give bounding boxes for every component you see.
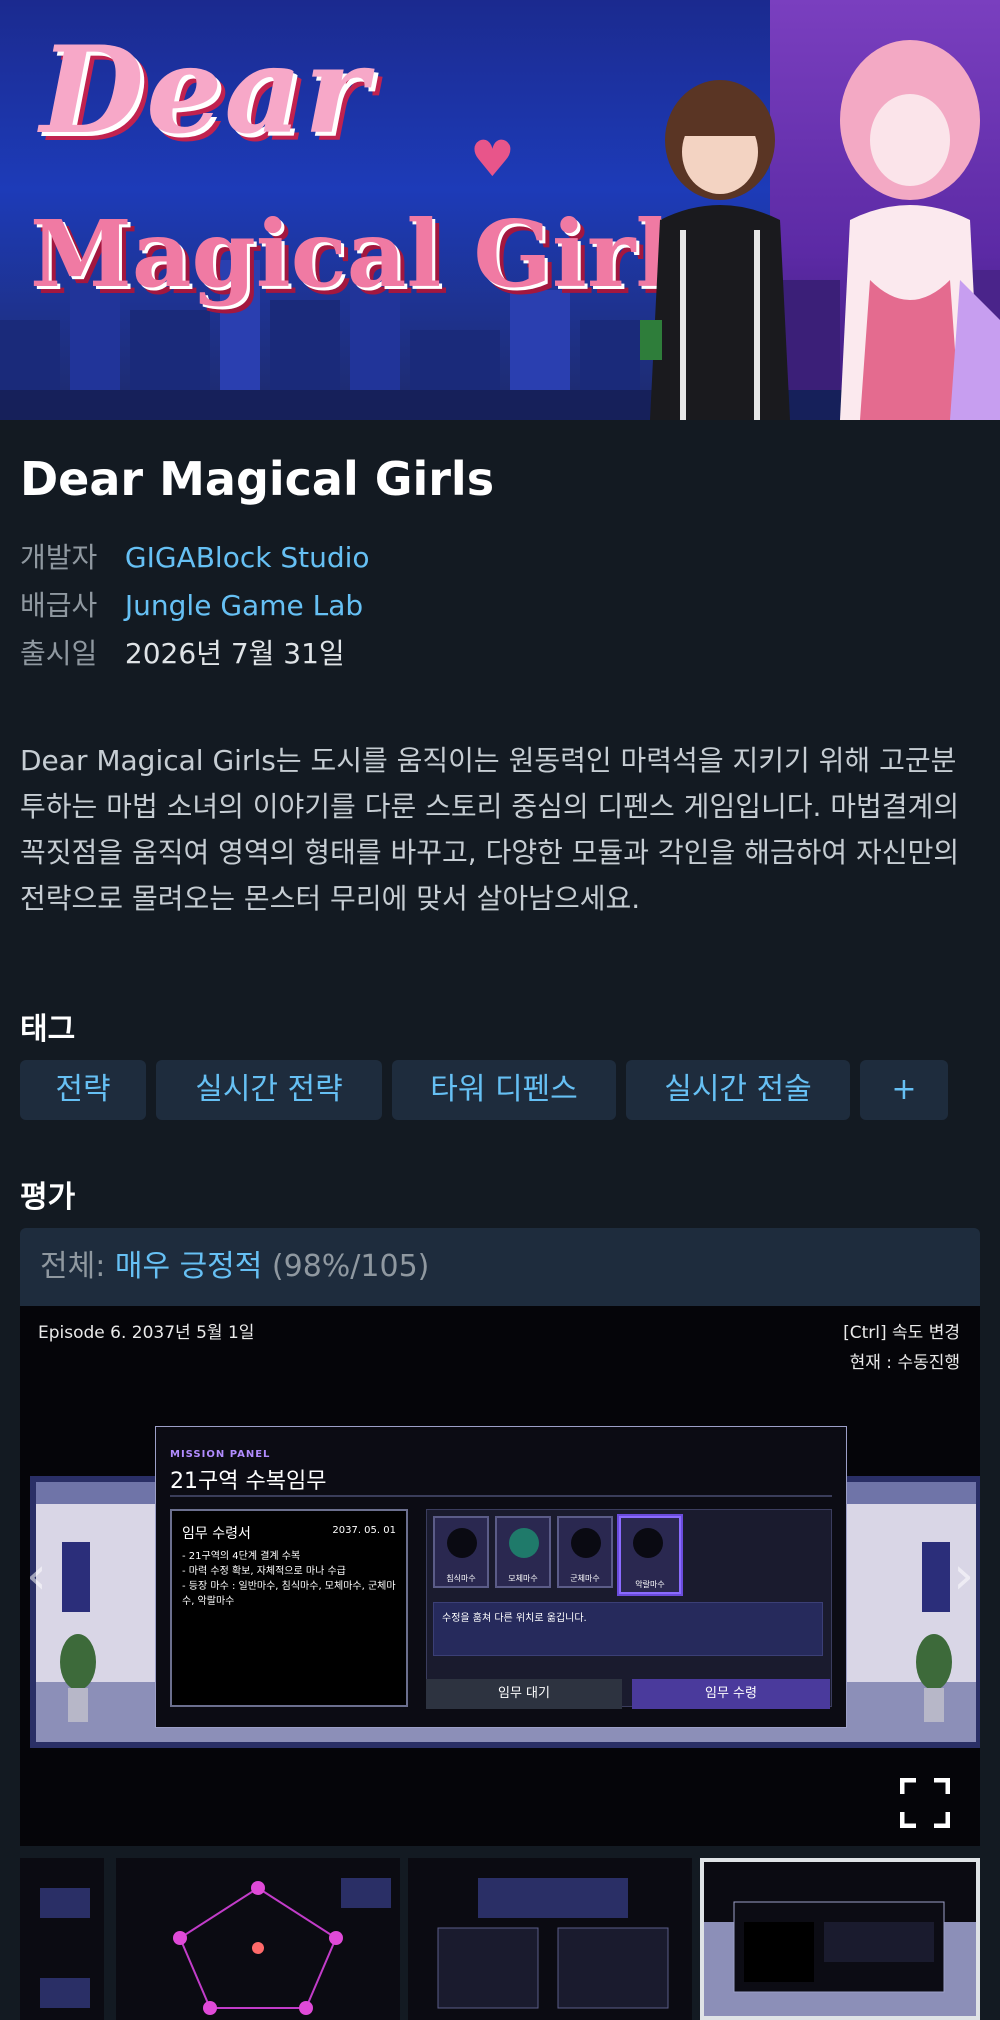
- monster-card: 군체마수: [557, 1516, 613, 1588]
- order-date: 2037. 05. 01: [332, 1525, 396, 1536]
- heart-icon: ♥: [470, 130, 515, 188]
- monster-icon: [571, 1528, 601, 1558]
- overall-rating: 매우 긍정적: [114, 1249, 263, 1284]
- game-description: Dear Magical Girls는 도시를 움직이는 원동력인 마력석을 지…: [20, 744, 960, 915]
- fullscreen-icon[interactable]: [900, 1778, 950, 1828]
- overall-label: 전체:: [40, 1249, 115, 1284]
- monster-card-selected: 악랄마수: [619, 1516, 681, 1594]
- monster-card: 침식마수: [433, 1516, 489, 1588]
- header-banner: Dear ♥ Magical Girls: [0, 0, 1000, 420]
- character-pink-haired-girl-image: [840, 40, 1000, 420]
- mission-order-card: 임무 수령서 2037. 05. 01 - 21구역의 4단계 결계 수복 - …: [170, 1509, 408, 1707]
- next-screenshot-arrow-icon[interactable]: ›: [953, 1546, 974, 1606]
- thumbnail-4-image: [704, 1901, 976, 2016]
- order-line: - 마력 수정 확보, 자체적으로 마나 수급: [182, 1566, 346, 1577]
- logo-magical-girls-text: Magical Girls: [30, 200, 723, 308]
- screenshot-thumbnails: [20, 1858, 1000, 2020]
- monster-description: 수정을 훔쳐 다른 위치로 옮깁니다.: [433, 1602, 823, 1656]
- panel-divider: [170, 1495, 832, 1497]
- main-screenshot[interactable]: Episode 6. 2037년 5월 1일 [Ctrl] 속도 변경 현재 :…: [20, 1306, 980, 1846]
- thumbnail-1-image: [40, 1888, 90, 2008]
- plant-right-image: [916, 1634, 952, 1722]
- publisher-link[interactable]: Jungle Game Lab: [125, 589, 363, 622]
- thumbnail-3[interactable]: [408, 1858, 692, 2020]
- thumbnail-1[interactable]: [20, 1858, 104, 2020]
- publisher-label: 배급사: [20, 589, 98, 622]
- mission-accept-button: 임무 수령: [632, 1679, 830, 1709]
- logo-dear-text: Dear: [40, 20, 370, 161]
- tag-real-time-tactics[interactable]: 실시간 전술: [626, 1060, 850, 1120]
- tags-heading: 태그: [20, 1012, 76, 1047]
- monster-list: 침식마수 모체마수 군체마수 악랄마수: [433, 1516, 681, 1594]
- tag-tower-defense[interactable]: 타워 디펜스: [392, 1060, 616, 1120]
- thumbnail-4-selected[interactable]: [700, 1858, 980, 2020]
- developer-row: 개발자 GIGABlock Studio: [20, 536, 370, 576]
- thumbnail-2-image: [173, 1878, 391, 2015]
- monster-label: 모체마수: [508, 1574, 538, 1583]
- ctrl-hint-text: [Ctrl] 속도 변경: [843, 1323, 960, 1343]
- game-title: Dear Magical Girls: [20, 452, 495, 506]
- release-date: 2026년 7월 31일: [124, 637, 345, 670]
- mission-panel-label: MISSION PANEL: [170, 1449, 271, 1460]
- tag-real-time-strategy[interactable]: 실시간 전략: [156, 1060, 382, 1120]
- monster-label: 악랄마수: [635, 1580, 665, 1589]
- monster-card: 모체마수: [495, 1516, 551, 1588]
- mission-panel: MISSION PANEL 21구역 수복임무 임무 수령서 2037. 05.…: [155, 1426, 847, 1728]
- overall-review-summary[interactable]: 전체: 매우 긍정적 (98%/105): [20, 1228, 980, 1306]
- release-row: 출시일 2026년 7월 31일: [20, 632, 345, 672]
- monster-icon: [447, 1528, 477, 1558]
- monster-info-box: 침식마수 모체마수 군체마수 악랄마수 수정을 훔쳐 다른 위치로 옮깁니다.: [426, 1509, 832, 1707]
- mission-panel-title: 21구역 수복임무: [170, 1469, 327, 1494]
- publisher-row: 배급사 Jungle Game Lab: [20, 584, 363, 624]
- developer-label: 개발자: [20, 541, 98, 574]
- plant-left-image: [60, 1634, 96, 1722]
- episode-text: Episode 6. 2037년 5월 1일: [38, 1323, 255, 1343]
- order-line: - 21구역의 4단계 결계 수복: [182, 1551, 301, 1562]
- tag-strategy[interactable]: 전략: [20, 1060, 146, 1120]
- order-title: 임무 수령서: [182, 1526, 251, 1542]
- thumbnail-2[interactable]: [116, 1858, 400, 2020]
- thumbnail-3-image: [437, 1878, 669, 2009]
- tag-list: 전략 실시간 전략 타워 디펜스 실시간 전술 +: [20, 1060, 948, 1120]
- monster-label: 침식마수: [446, 1574, 476, 1583]
- speed-hint: [Ctrl] 속도 변경 현재 : 수동진행: [843, 1318, 960, 1378]
- character-dark-haired-girl-image: [640, 80, 790, 420]
- order-lines: - 21구역의 4단계 결계 수복 - 마력 수정 확보, 자체적으로 마나 수…: [182, 1549, 400, 1609]
- reviews-heading: 평가: [20, 1180, 76, 1215]
- order-line: - 등장 마수 : 일반마수, 침식마수, 모체마수, 군체마수, 악랄마수: [182, 1581, 396, 1607]
- release-label: 출시일: [20, 637, 98, 670]
- monster-icon: [633, 1528, 663, 1558]
- mode-text: 현재 : 수동진행: [849, 1353, 960, 1373]
- flag-right-image: [922, 1542, 950, 1612]
- monster-label: 군체마수: [570, 1574, 600, 1583]
- more-tags-button[interactable]: +: [860, 1060, 948, 1120]
- developer-link[interactable]: GIGABlock Studio: [125, 541, 370, 574]
- overall-stats: (98%/105): [262, 1249, 430, 1284]
- mission-wait-button: 임무 대기: [426, 1679, 622, 1709]
- prev-screenshot-arrow-icon[interactable]: ‹: [26, 1546, 47, 1606]
- monster-icon: [509, 1528, 539, 1558]
- flag-left-image: [62, 1542, 90, 1612]
